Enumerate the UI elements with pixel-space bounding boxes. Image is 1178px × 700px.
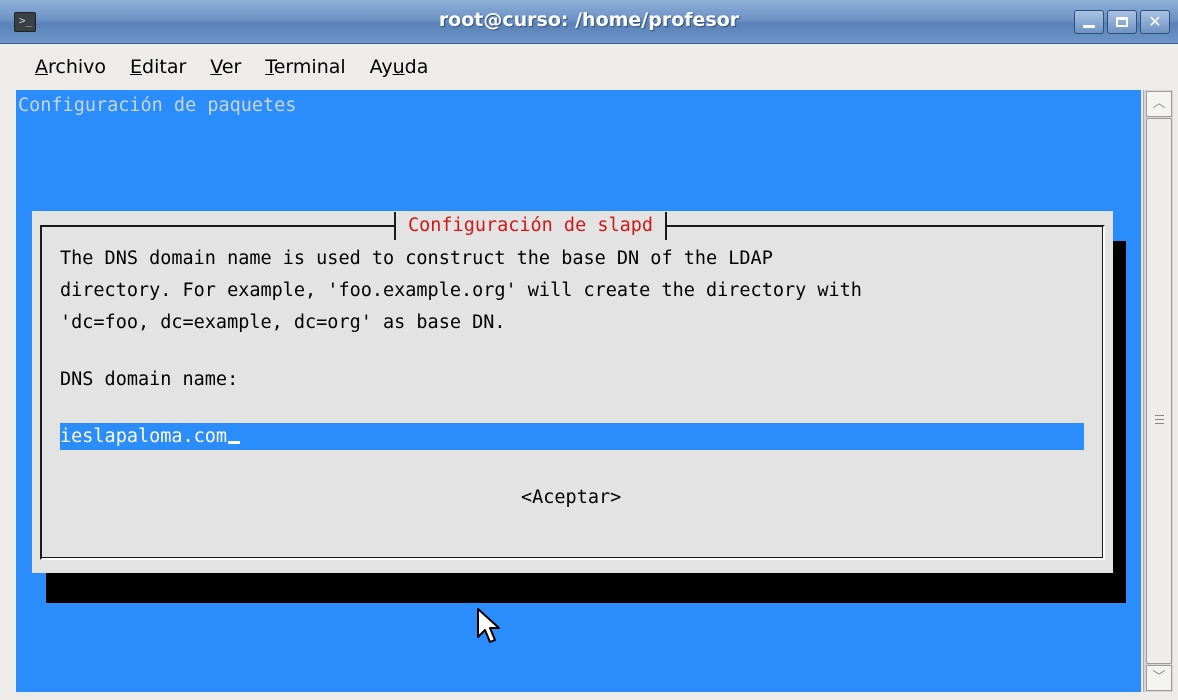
menu-terminal-label: erminal — [273, 56, 346, 78]
menu-editar-accel: E — [130, 56, 143, 78]
description-line: directory. For example, 'foo.example.org… — [60, 280, 862, 301]
text-cursor — [228, 441, 241, 444]
menu-editar-label: ditar — [142, 56, 187, 78]
scrollbar-thumb[interactable] — [1146, 118, 1172, 664]
dialog-description: The DNS domain name is used to construct… — [60, 243, 862, 339]
accept-button[interactable]: <Aceptar> — [521, 482, 621, 514]
menu-bar: Archivo Editar Ver Terminal Ayuda — [0, 44, 1178, 90]
menu-archivo[interactable]: Archivo — [24, 50, 117, 84]
terminal-window: >_ root@curso: /home/profesor ✕ Archivo … — [0, 0, 1178, 700]
description-line: 'dc=foo, dc=example, dc=org' as base DN. — [60, 312, 506, 333]
grip-icon — [1155, 415, 1164, 424]
dns-domain-input[interactable]: ieslapaloma.com — [60, 423, 1084, 450]
menu-terminal-accel: T — [265, 56, 274, 78]
menu-ayuda-prefix: Ay — [369, 56, 393, 78]
package-config-header: Configuración de paquetes — [18, 95, 297, 116]
vertical-scrollbar[interactable]: ︿ ﹀ — [1143, 90, 1173, 692]
maximize-icon — [1116, 17, 1128, 27]
dialog-title: Configuración de slapd — [394, 212, 668, 240]
menu-editar[interactable]: Editar — [119, 50, 197, 84]
maximize-button[interactable] — [1107, 10, 1137, 34]
minimize-button[interactable] — [1074, 10, 1104, 34]
mouse-pointer-icon — [477, 608, 500, 643]
menu-ver-accel: V — [210, 56, 222, 78]
menu-ayuda-accel: u — [392, 56, 405, 78]
description-line: The DNS domain name is used to construct… — [60, 248, 773, 269]
menu-ver-label: er — [221, 56, 242, 78]
slapd-config-dialog: Configuración de slapd The DNS domain na… — [32, 211, 1113, 573]
menu-archivo-accel: A — [35, 56, 48, 78]
dns-domain-value: ieslapaloma.com — [60, 426, 228, 447]
close-icon: ✕ — [1148, 12, 1162, 31]
menu-terminal[interactable]: Terminal — [254, 50, 356, 84]
title-bar[interactable]: >_ root@curso: /home/profesor ✕ — [0, 0, 1178, 44]
close-button[interactable]: ✕ — [1140, 10, 1170, 34]
chevron-up-icon: ︿ — [1152, 96, 1166, 111]
minimize-icon — [1083, 25, 1095, 28]
dns-domain-label: DNS domain name: — [60, 369, 239, 390]
menu-archivo-label: rchivo — [48, 56, 107, 78]
window-title: root@curso: /home/profesor — [438, 9, 740, 31]
terminal-screen[interactable]: Configuración de paquetes Configuración … — [16, 90, 1141, 692]
menu-ayuda-label: da — [404, 56, 429, 78]
menu-ver[interactable]: Ver — [199, 50, 252, 84]
scroll-up-button[interactable]: ︿ — [1146, 91, 1172, 117]
menu-ayuda[interactable]: Ayuda — [359, 50, 440, 84]
chevron-down-icon: ﹀ — [1152, 670, 1166, 685]
scroll-down-button[interactable]: ﹀ — [1146, 665, 1172, 691]
